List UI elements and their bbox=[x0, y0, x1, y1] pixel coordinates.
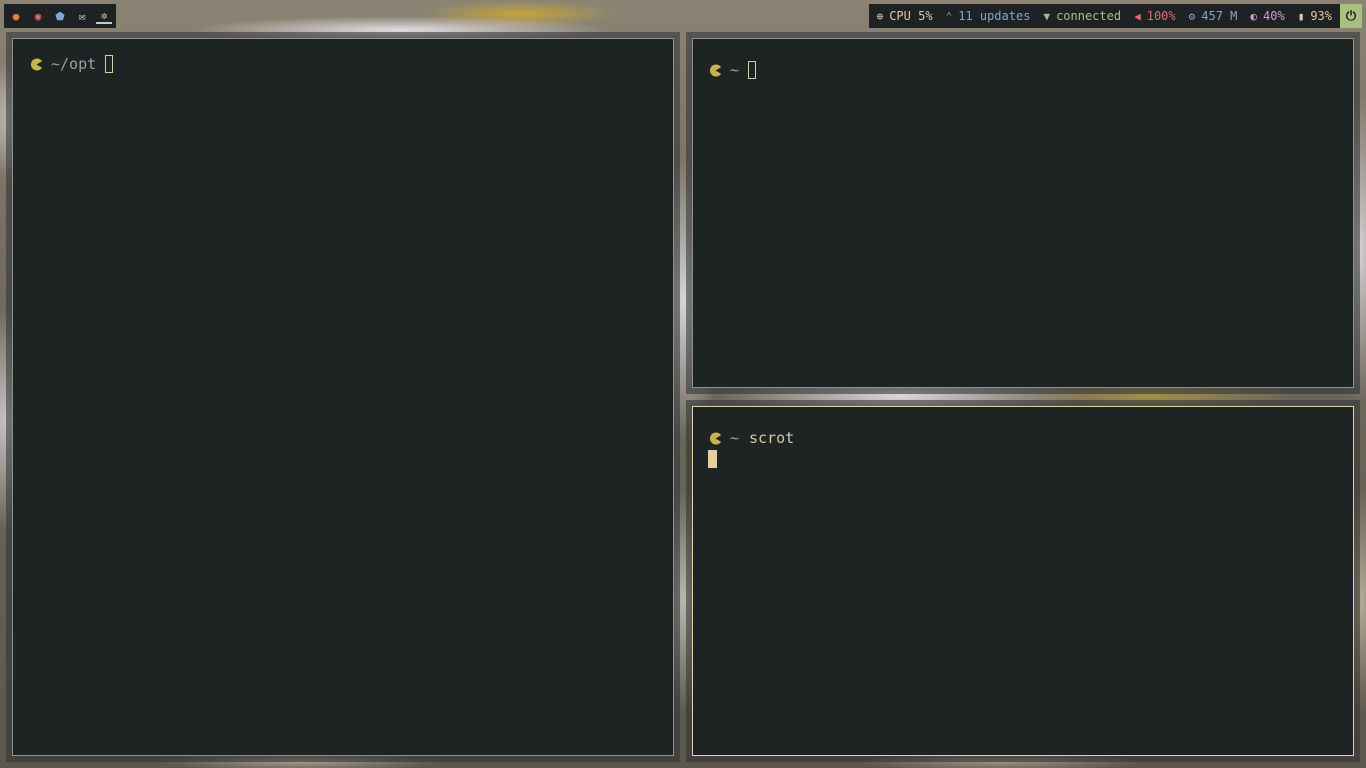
memory-icon: ⚙ bbox=[1188, 9, 1196, 23]
volume-icon: ◀ bbox=[1134, 9, 1141, 23]
text-cursor bbox=[748, 61, 757, 79]
battery-module[interactable]: ▮ 93% bbox=[1298, 9, 1332, 23]
power-icon: ⏻ bbox=[1345, 8, 1357, 24]
memory-label: 457 M bbox=[1201, 9, 1238, 23]
typed-command: scrot bbox=[749, 429, 795, 447]
brightness-label: 40% bbox=[1263, 9, 1285, 23]
text-cursor bbox=[708, 450, 717, 468]
cpu-icon: ⊕ bbox=[876, 9, 884, 23]
chromium-icon[interactable]: ◉ bbox=[30, 8, 46, 24]
app-launcher-bar: ● ◉ ⬟ ✉ ✲ bbox=[4, 4, 116, 28]
power-button[interactable]: ⏻ bbox=[1340, 4, 1362, 28]
volume-label: 100% bbox=[1146, 9, 1176, 23]
battery-icon: ▮ bbox=[1297, 9, 1305, 23]
pacman-prompt-icon bbox=[30, 57, 43, 71]
terminal-top-right[interactable]: ~ bbox=[692, 38, 1354, 388]
pacman-prompt-icon bbox=[709, 63, 722, 77]
shell-prompt: ~ scrot bbox=[709, 429, 794, 447]
terminal-left[interactable]: ~/opt bbox=[12, 38, 674, 756]
firefox-icon[interactable]: ● bbox=[8, 8, 24, 24]
updates-module[interactable]: ⌃ 11 updates bbox=[946, 9, 1031, 23]
terminal-bottom-right[interactable]: ~ scrot bbox=[692, 406, 1354, 756]
pacman-prompt-icon bbox=[709, 431, 722, 445]
battery-label: 93% bbox=[1310, 9, 1332, 23]
brightness-module[interactable]: ◐ 40% bbox=[1250, 9, 1284, 23]
network-module[interactable]: ▼ connected bbox=[1043, 9, 1121, 23]
shell-prompt: ~ bbox=[709, 61, 757, 79]
current-path: ~ bbox=[730, 61, 740, 79]
current-path: ~/opt bbox=[51, 55, 97, 73]
current-path: ~ bbox=[730, 429, 740, 447]
settings-icon[interactable]: ✲ bbox=[96, 8, 112, 24]
brightness-icon: ◐ bbox=[1250, 9, 1257, 23]
wifi-icon: ▼ bbox=[1043, 9, 1051, 23]
mail-icon[interactable]: ✉ bbox=[74, 8, 90, 24]
updates-label: 11 updates bbox=[958, 9, 1031, 23]
cpu-label: CPU 5% bbox=[889, 9, 933, 23]
text-cursor bbox=[105, 55, 114, 73]
shield-icon[interactable]: ⬟ bbox=[52, 8, 68, 24]
memory-module[interactable]: ⚙ 457 M bbox=[1189, 9, 1238, 23]
shell-prompt: ~/opt bbox=[30, 55, 114, 73]
status-bar: ⊕ CPU 5% ⌃ 11 updates ▼ connected ◀ 100%… bbox=[868, 4, 1362, 28]
network-label: connected bbox=[1056, 9, 1122, 23]
cpu-module[interactable]: ⊕ CPU 5% bbox=[877, 9, 933, 23]
updates-icon: ⌃ bbox=[945, 9, 953, 23]
volume-module[interactable]: ◀ 100% bbox=[1134, 9, 1176, 23]
